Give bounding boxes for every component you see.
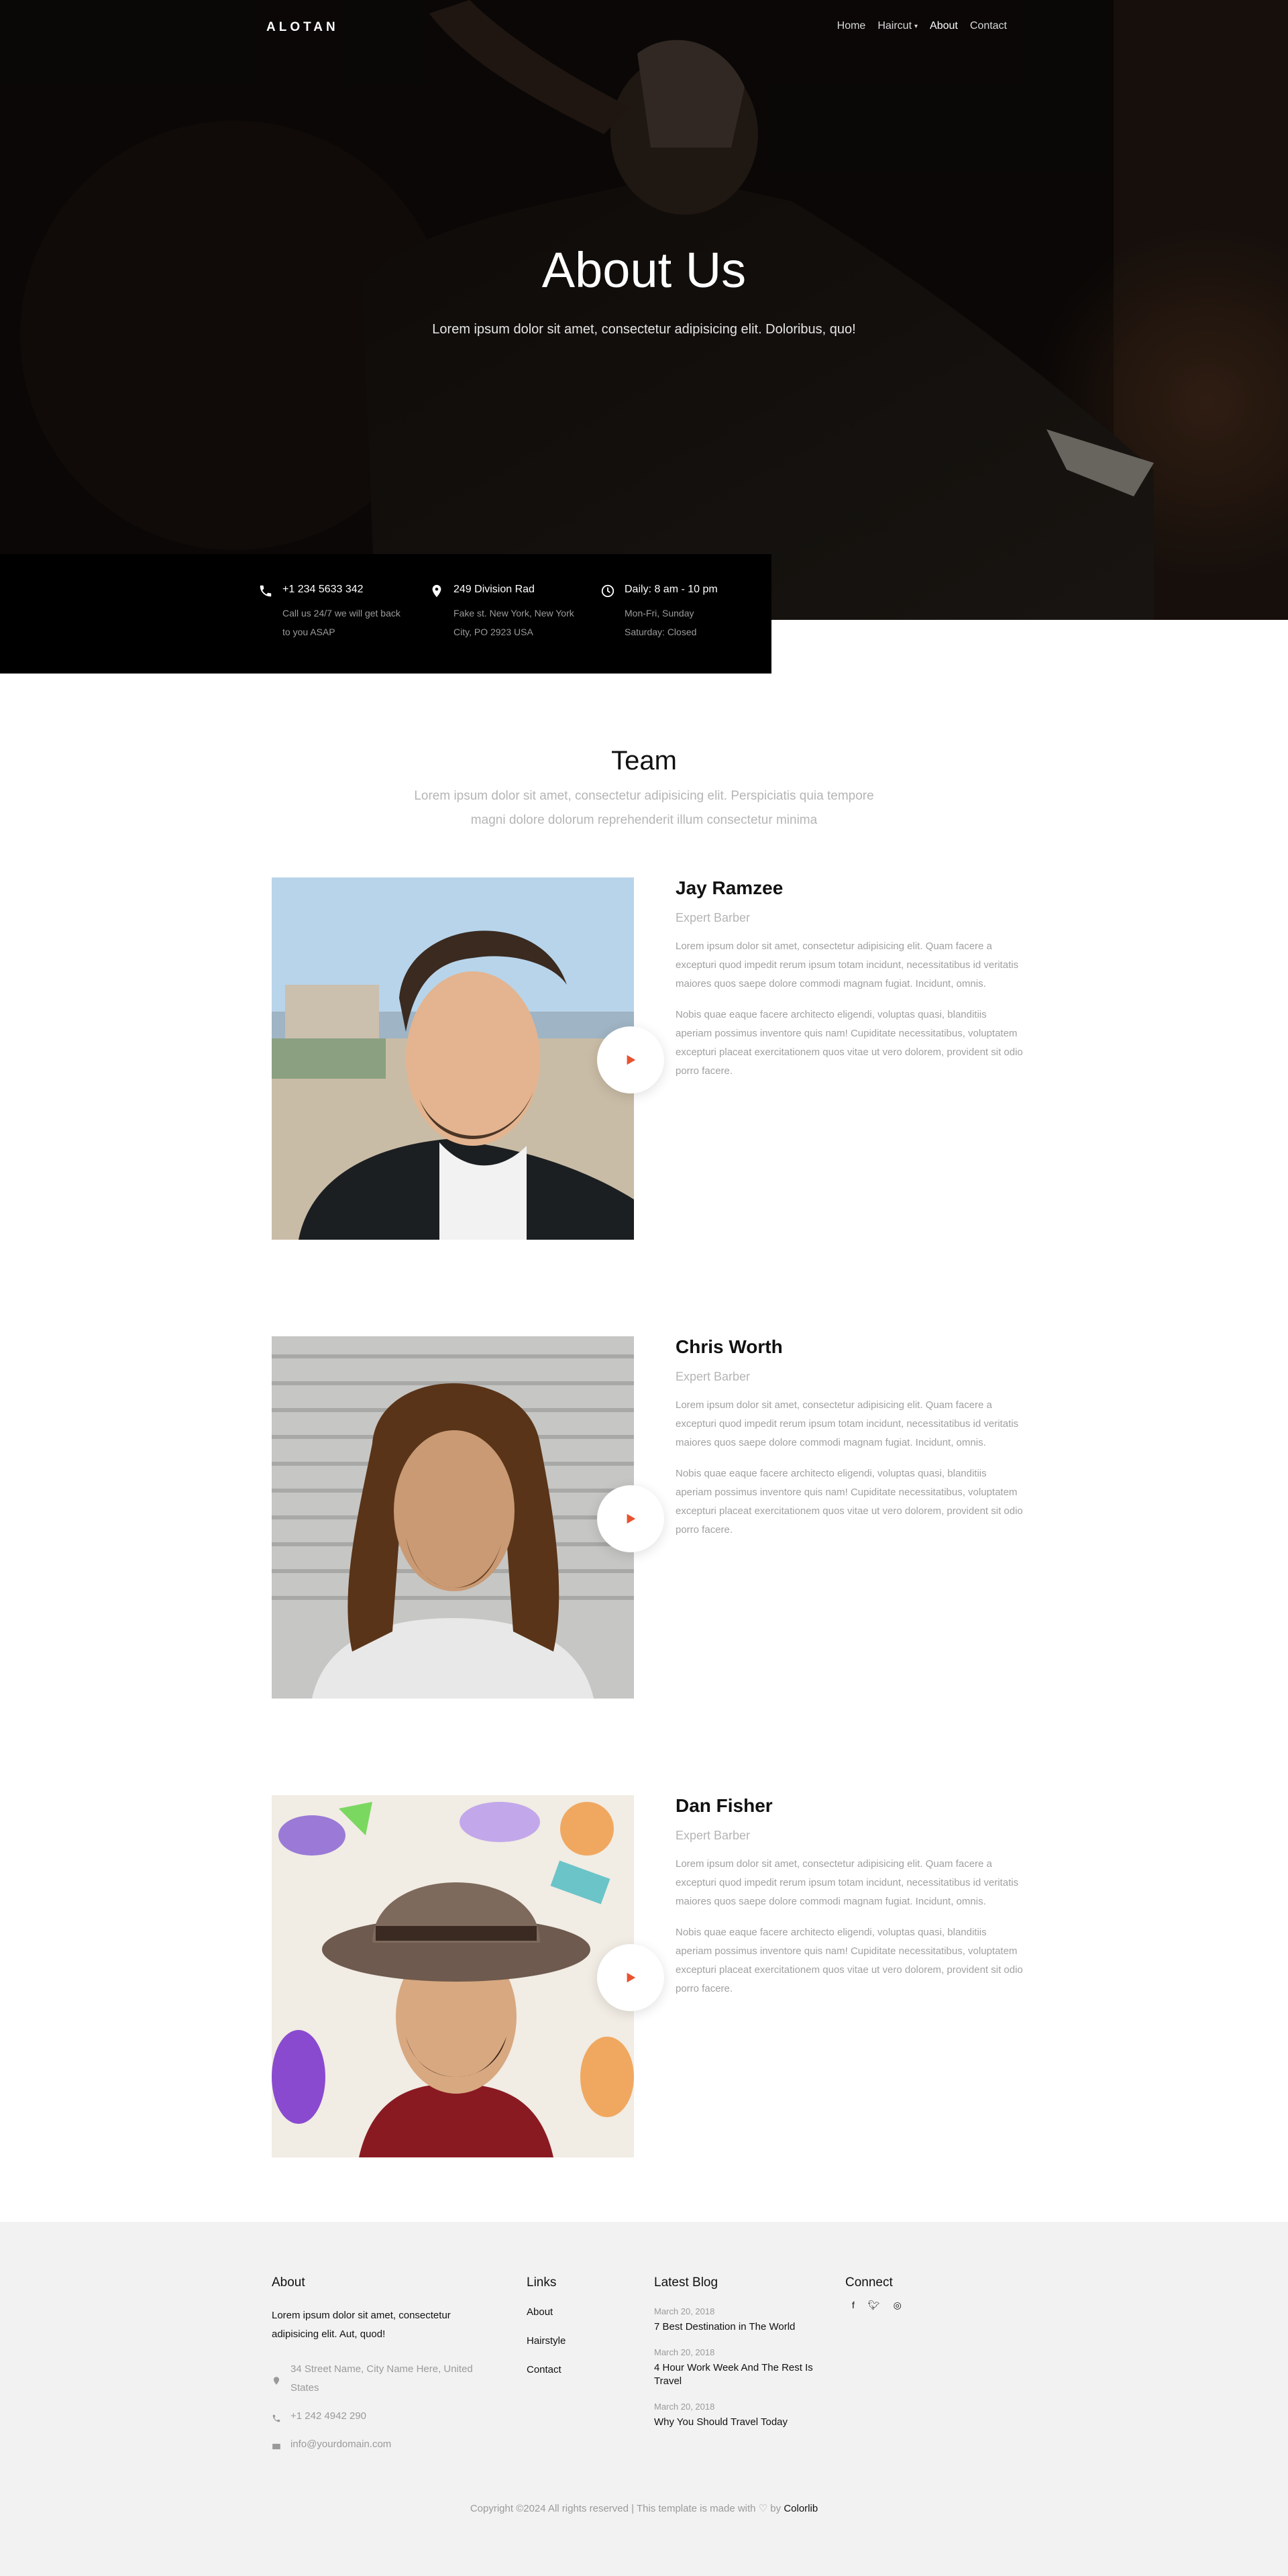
map-pin-icon <box>432 584 441 598</box>
blog-post-date: March 20, 2018 <box>654 2306 715 2316</box>
info-address-title: 249 Division Rad <box>453 584 535 595</box>
blog-post-title[interactable]: 7 Best Destination in The World <box>654 2320 828 2334</box>
page-title: About Us <box>541 242 747 298</box>
footer-phone-text: +1 242 4942 290 <box>290 2410 367 2422</box>
nav-contact[interactable]: Contact <box>970 20 1007 32</box>
footer-about-text: Lorem ipsum dolor sit amet, consectetur … <box>272 2310 451 2340</box>
copyright-notice: Copyright ©2024 All rights reserved | Th… <box>0 2502 1288 2514</box>
footer-links-heading: Links <box>527 2275 557 2290</box>
instagram-icon[interactable]: ◎ <box>894 2300 902 2311</box>
facebook-icon[interactable]: f <box>852 2300 855 2311</box>
top-navbar: ALOTAN Home Haircut ▾ About Contact <box>0 0 1288 54</box>
info-phone-line-2: to you ASAP <box>282 627 335 637</box>
member-role: Expert Barber <box>676 911 751 924</box>
hero-subtitle: Lorem ipsum dolor sit amet, consectetur … <box>432 322 856 337</box>
hero-overlay <box>0 0 1288 620</box>
social-links: f 🐦︎ ◎ <box>845 2300 902 2311</box>
member-bio-paragraph: Nobis quae eaque facere architecto elige… <box>676 1927 1023 1994</box>
play-video-button[interactable] <box>597 1485 664 1552</box>
nav-menu: Home Haircut ▾ About Contact <box>837 20 1007 32</box>
member-name: Dan Fisher <box>676 1795 773 1816</box>
blog-post[interactable]: March 20, 2018 7 Best Destination in The… <box>654 2306 828 2334</box>
clock-icon <box>601 584 614 598</box>
team-title: Team <box>611 746 677 775</box>
map-pin-icon <box>273 2377 280 2385</box>
member-role: Expert Barber <box>676 1829 751 1842</box>
phone-icon <box>260 585 272 597</box>
member-info: Chris Worth Expert Barber Lorem ipsum do… <box>676 1336 1023 1540</box>
member-bio-paragraph: Lorem ipsum dolor sit amet, consectetur … <box>676 1399 1019 1448</box>
phone-icon <box>272 2414 280 2422</box>
footer-connect-column: Connect f 🐦︎ ◎ <box>845 2275 902 2311</box>
footer-link-about[interactable]: About <box>527 2306 566 2318</box>
blog-post-date: March 20, 2018 <box>654 2347 715 2357</box>
footer-about-heading: About <box>272 2275 305 2290</box>
footer-links-column: Links About Hairstyle Contact <box>527 2275 566 2393</box>
member-name: Jay Ramzee <box>676 877 784 898</box>
footer-email-text[interactable]: info@yourdomain.com <box>290 2435 391 2454</box>
chevron-down-icon: ▾ <box>914 22 918 30</box>
info-phone: +1 234 5633 342 Call us 24/7 we will get… <box>258 584 429 674</box>
info-hours: Daily: 8 am - 10 pm Mon-Fri, Sunday Satu… <box>600 584 771 674</box>
info-phone-title: +1 234 5633 342 <box>282 584 364 595</box>
member-bio-paragraph: Nobis quae eaque facere architecto elige… <box>676 1009 1023 1077</box>
colorlib-link[interactable]: Colorlib <box>784 2503 818 2514</box>
footer-connect-heading: Connect <box>845 2275 893 2290</box>
play-icon <box>627 1055 636 1065</box>
footer-phone: +1 242 4942 290 <box>272 2407 486 2426</box>
footer-blog-heading: Latest Blog <box>654 2275 718 2290</box>
footer-blog-column: Latest Blog March 20, 2018 7 Best Destin… <box>654 2275 828 2443</box>
team-member-card: Chris Worth Expert Barber Lorem ipsum do… <box>272 1336 1023 1699</box>
info-hours-line-1: Mon-Fri, Sunday <box>625 608 694 619</box>
member-bio-paragraph: Nobis quae eaque facere architecto elige… <box>676 1468 1023 1536</box>
blog-post-title[interactable]: Why You Should Travel Today <box>654 2416 828 2429</box>
play-video-button[interactable] <box>597 1026 664 1093</box>
copyright-text: Copyright ©2024 All rights reserved | Th… <box>470 2503 782 2514</box>
member-bio-paragraph: Lorem ipsum dolor sit amet, consectetur … <box>676 941 1019 989</box>
member-name: Chris Worth <box>676 1336 783 1357</box>
member-photo <box>272 1336 634 1699</box>
hero-section: ALOTAN Home Haircut ▾ About Contact Abou… <box>0 0 1288 620</box>
member-role: Expert Barber <box>676 1370 751 1383</box>
footer-link-contact[interactable]: Contact <box>527 2364 566 2375</box>
member-info: Jay Ramzee Expert Barber Lorem ipsum dol… <box>676 877 1023 1081</box>
site-footer: About Lorem ipsum dolor sit amet, consec… <box>0 2222 1288 2576</box>
nav-about[interactable]: About <box>930 20 958 32</box>
nav-home[interactable]: Home <box>837 20 866 32</box>
footer-link-hairstyle[interactable]: Hairstyle <box>527 2335 566 2347</box>
team-member-card: Dan Fisher Expert Barber Lorem ipsum dol… <box>272 1795 1023 2157</box>
member-info: Dan Fisher Expert Barber Lorem ipsum dol… <box>676 1795 1023 1998</box>
team-header: Team Lorem ipsum dolor sit amet, consect… <box>0 746 1288 833</box>
twitter-icon[interactable]: 🐦︎ <box>868 2300 880 2311</box>
envelope-icon <box>272 2443 280 2450</box>
nav-haircut[interactable]: Haircut ▾ <box>877 20 918 32</box>
footer-email: info@yourdomain.com <box>272 2435 486 2454</box>
contact-info-bar: +1 234 5633 342 Call us 24/7 we will get… <box>0 554 771 674</box>
info-address: 249 Division Rad Fake st. New York, New … <box>429 584 600 674</box>
team-member-card: Jay Ramzee Expert Barber Lorem ipsum dol… <box>272 877 1023 1240</box>
info-address-line-2: City, PO 2923 USA <box>453 627 533 637</box>
footer-address-text: 34 Street Name, City Name Here, United S… <box>290 2363 473 2394</box>
info-phone-line-1: Call us 24/7 we will get back <box>282 608 400 619</box>
play-icon <box>627 1972 636 1983</box>
play-video-button[interactable] <box>597 1944 664 2011</box>
member-photo <box>272 1795 634 2157</box>
play-icon <box>627 1513 636 1524</box>
nav-haircut-label: Haircut <box>877 20 912 32</box>
blog-post-title[interactable]: 4 Hour Work Week And The Rest Is Travel <box>654 2361 828 2388</box>
blog-post-date: March 20, 2018 <box>654 2402 715 2412</box>
footer-about-column: About Lorem ipsum dolor sit amet, consec… <box>272 2275 486 2454</box>
info-address-line-1: Fake st. New York, New York <box>453 608 574 619</box>
site-logo[interactable]: ALOTAN <box>266 20 339 35</box>
footer-address: 34 Street Name, City Name Here, United S… <box>272 2360 486 2398</box>
blog-post[interactable]: March 20, 2018 4 Hour Work Week And The … <box>654 2347 828 2388</box>
info-hours-title: Daily: 8 am - 10 pm <box>625 584 718 595</box>
blog-post[interactable]: March 20, 2018 Why You Should Travel Tod… <box>654 2402 828 2429</box>
member-bio-paragraph: Lorem ipsum dolor sit amet, consectetur … <box>676 1858 1019 1907</box>
member-photo <box>272 877 634 1240</box>
info-hours-line-2: Saturday: Closed <box>625 627 697 637</box>
team-description: Lorem ipsum dolor sit amet, consectetur … <box>414 789 874 827</box>
